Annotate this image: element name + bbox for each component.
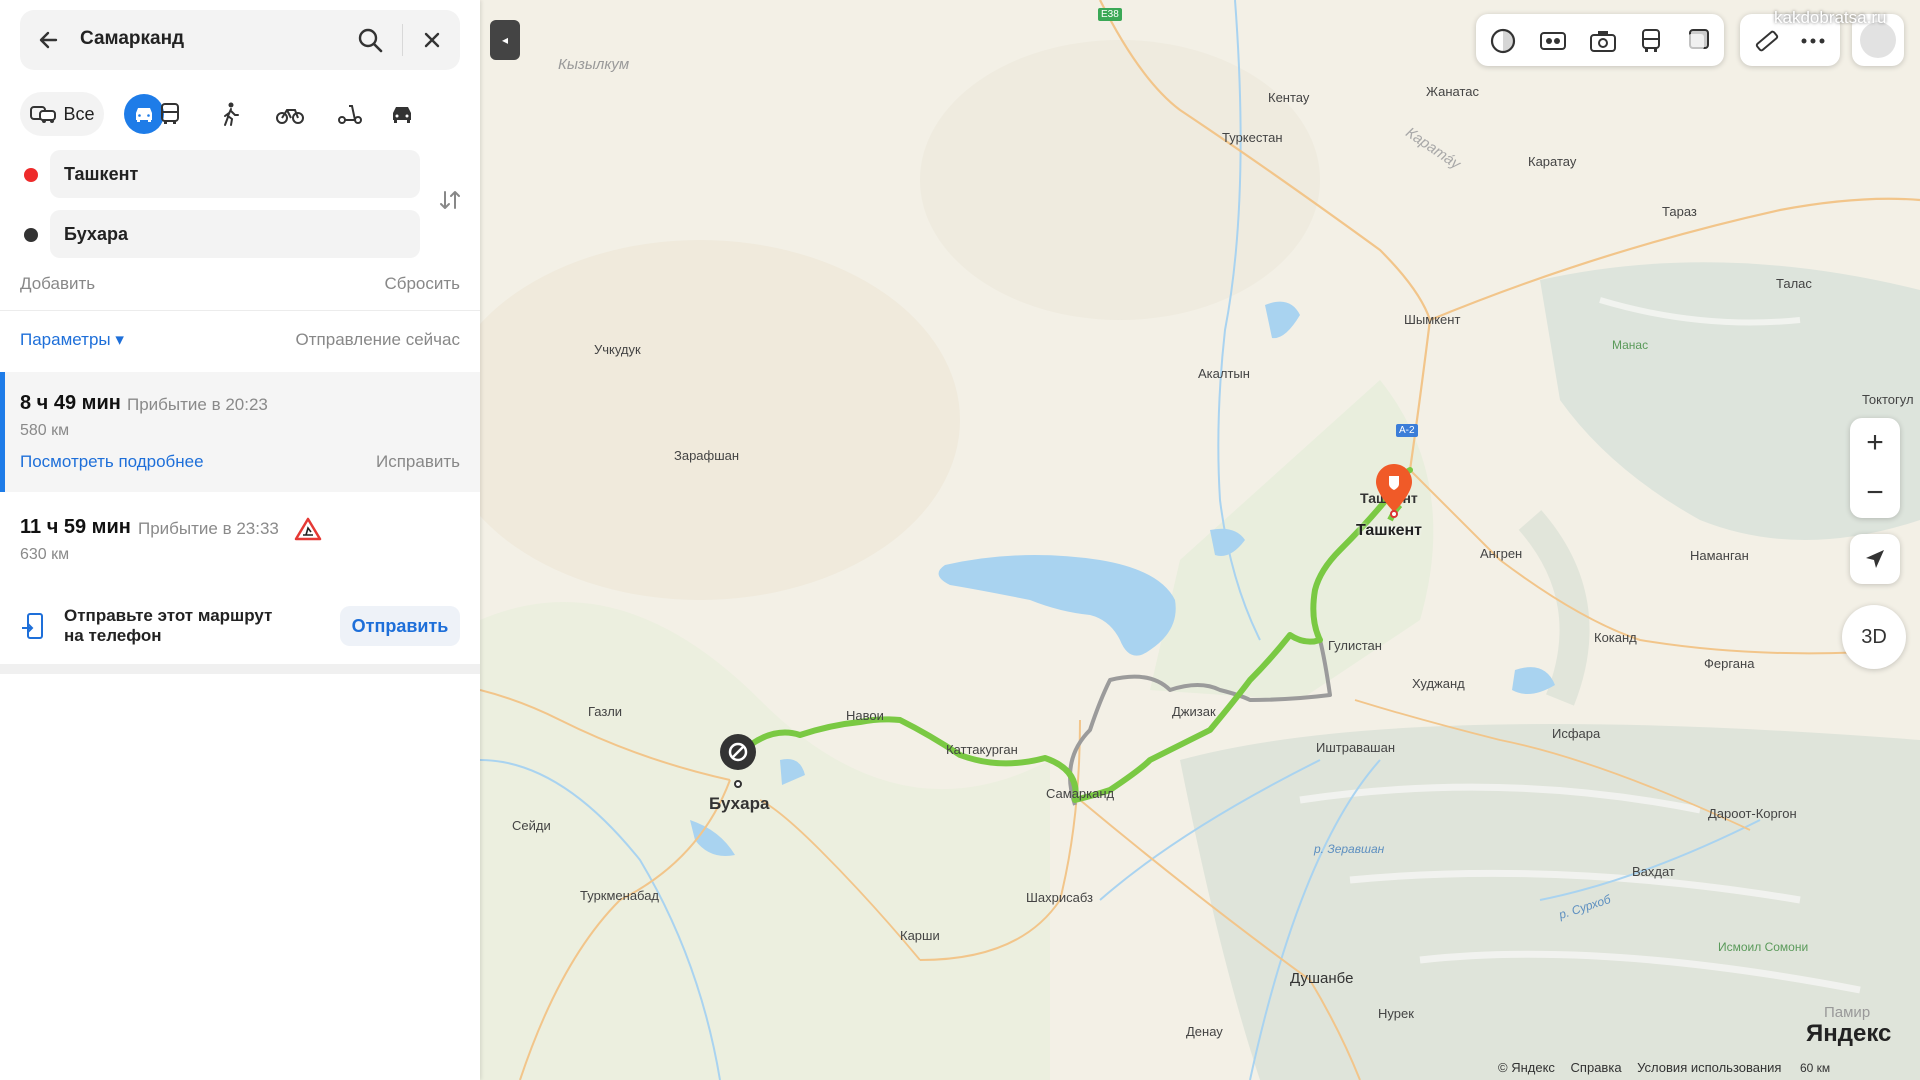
- map-layers-toolbar: [1476, 14, 1724, 66]
- mode-scooter-button[interactable]: [328, 92, 372, 136]
- mode-bus-button[interactable]: [148, 92, 192, 136]
- search-icon[interactable]: [354, 24, 386, 56]
- search-bar: Самарканд: [20, 10, 460, 70]
- map-canvas[interactable]: [480, 0, 1920, 1080]
- zoom-out-button[interactable]: −: [1850, 468, 1900, 518]
- ruler-icon[interactable]: [1752, 26, 1782, 56]
- add-point-link[interactable]: Добавить: [20, 274, 95, 294]
- back-arrow-icon[interactable]: [34, 25, 64, 55]
- copyright: © Яндекс: [1498, 1060, 1555, 1075]
- mode-all-label: Все: [63, 103, 95, 124]
- reset-link[interactable]: Сбросить: [384, 274, 460, 294]
- camera-layer-icon[interactable]: [1588, 26, 1618, 56]
- road-works-warning-icon: [294, 517, 322, 541]
- location-arrow-icon: [1866, 550, 1884, 568]
- yandex-logo: Яндекс: [1806, 1020, 1892, 1047]
- origin-value: Ташкент: [64, 164, 139, 184]
- destination-field[interactable]: Бухара: [50, 210, 420, 258]
- departure-time[interactable]: Отправление сейчас: [296, 330, 460, 350]
- 3d-button[interactable]: 3D: [1842, 605, 1906, 669]
- route-duration: 11 ч 59 мин: [20, 516, 131, 538]
- selected-indicator: [0, 372, 5, 492]
- map-footer: © Яндекс Справка Условия использования: [1498, 1060, 1793, 1075]
- phone-icon: [22, 613, 43, 639]
- search-separator: [402, 24, 403, 56]
- pedestrian-icon: [224, 102, 239, 126]
- bus-icon: [161, 103, 179, 124]
- send-to-phone-row: Отправьте этот маршрут на телефон Отправ…: [0, 586, 480, 664]
- route-sidebar: Самарканд Все Ташкент Бухара Добавить Сб…: [0, 0, 480, 1080]
- route-arrival: Прибытие в 23:33: [138, 519, 279, 538]
- mode-taxi-button[interactable]: [380, 92, 424, 136]
- mode-bike-button[interactable]: [268, 92, 312, 136]
- send-to-phone-text: Отправьте этот маршрут на телефон: [64, 606, 273, 645]
- route-distance: 630 км: [20, 546, 70, 563]
- zoom-control: + −: [1850, 418, 1900, 518]
- watermark: kakdobratsa.ru: [1774, 8, 1887, 27]
- origin-marker-icon[interactable]: [1372, 462, 1416, 518]
- route-arrival: Прибытие в 20:23: [127, 395, 268, 414]
- route-fix-link[interactable]: Исправить: [376, 452, 460, 472]
- sidebar-band: [0, 664, 480, 674]
- divider: [0, 310, 480, 311]
- swap-points-icon[interactable]: [436, 186, 464, 214]
- panorama-layer-icon[interactable]: [1538, 26, 1568, 56]
- scooter-icon: [338, 105, 362, 124]
- destination-dot: [24, 228, 38, 242]
- help-link[interactable]: Справка: [1571, 1060, 1622, 1075]
- destination-marker-icon[interactable]: [718, 732, 758, 788]
- mode-walk-button[interactable]: [208, 92, 252, 136]
- route-details-link[interactable]: Посмотреть подробнее: [20, 452, 204, 472]
- collapse-sidebar-button[interactable]: ◂: [490, 20, 520, 60]
- origin-field[interactable]: Ташкент: [50, 150, 420, 198]
- bicycle-icon: [276, 109, 304, 124]
- route-duration: 8 ч 49 мин: [20, 392, 121, 414]
- route-distance: 580 км: [20, 422, 70, 439]
- geolocation-button[interactable]: [1850, 534, 1900, 584]
- params-dropdown[interactable]: Параметры ▾: [20, 330, 124, 350]
- route-option-selected[interactable]: 8 ч 49 мин Прибытие в 20:23 580 км Посмо…: [0, 372, 480, 492]
- map-type-icon[interactable]: [1684, 26, 1714, 56]
- zoom-in-button[interactable]: +: [1850, 418, 1900, 468]
- more-options-icon[interactable]: [1798, 26, 1828, 56]
- origin-dot: [24, 168, 38, 182]
- transport-modes: Все: [20, 92, 460, 136]
- scale-bar: 60 км: [1800, 1061, 1831, 1075]
- route-option[interactable]: 11 ч 59 мин Прибытие в 23:33 630 км: [0, 492, 480, 586]
- transit-layer-icon[interactable]: [1636, 26, 1666, 56]
- mode-all-button[interactable]: Все: [20, 92, 104, 136]
- taxi-icon: [393, 107, 411, 123]
- close-icon[interactable]: [416, 24, 448, 56]
- traffic-layer-icon[interactable]: [1488, 26, 1518, 56]
- send-button[interactable]: Отправить: [340, 606, 460, 646]
- search-query[interactable]: Самарканд: [80, 28, 184, 50]
- destination-value: Бухара: [64, 224, 128, 244]
- terms-link[interactable]: Условия использования: [1637, 1060, 1781, 1075]
- all-transport-icon: [30, 106, 57, 123]
